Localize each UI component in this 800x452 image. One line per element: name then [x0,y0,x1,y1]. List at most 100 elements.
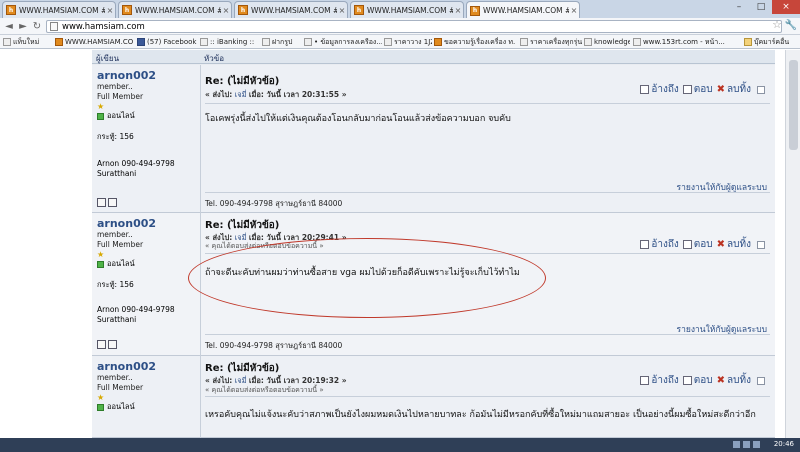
wrench-menu-icon[interactable]: 🔧 [785,20,797,31]
quote-icon [640,376,650,385]
reply-button[interactable]: ตอบ [682,82,713,97]
tab-close-icon[interactable]: × [453,6,463,15]
author-column-header: ผู้เขียน [96,54,120,63]
bookmark-item[interactable]: (57) Facebook [137,37,197,47]
post-author: arnon002 member.. Full Member ★ ออนไลน์ [97,360,197,412]
post-title[interactable]: Re: (ไม่มีหัวข้อ) [205,361,279,376]
select-post-checkbox[interactable] [757,85,765,94]
author-name-link[interactable]: arnon002 [97,69,197,82]
meta-user-link[interactable]: เจมี่ [235,376,247,385]
back-button[interactable]: ◄ [3,20,15,32]
bookmark-item[interactable]: ฝากรูป [262,37,302,47]
reply-button[interactable]: ตอบ [682,373,713,388]
folder-icon [744,38,752,46]
browser-tab[interactable]: h WWW.HAMSIAM.COM # NO × [350,1,464,18]
post-title[interactable]: Re: (ไม่มีหัวข้อ) [205,74,279,89]
bookmark-item[interactable]: ราคาวาง 1JZ [384,37,432,47]
bookmark-item[interactable]: ขอความรู้เรื่องเครื่อง ท... [434,37,516,47]
quote-button[interactable]: อ้างถึง [640,237,679,252]
reply-icon [682,240,692,249]
post-actions: อ้างถึง ตอบ ✖ ลบทิ้ง [636,237,765,252]
maximize-button[interactable]: □ [750,0,772,14]
post-title[interactable]: Re: (ไม่มีหัวข้อ) [205,218,279,233]
quote-label: อ้างถึง [651,375,679,386]
tray-flag-icon[interactable] [753,441,760,448]
delete-button[interactable]: ✖ ลบทิ้ง [717,373,751,388]
bookmark-item[interactable]: knowledge [584,37,630,47]
reply-label: ตอบ [693,375,713,386]
reply-notice: « คุณได้ตอบส่งต่อหรือตอบข้อความนี้ » [205,386,324,394]
red-highlight-circle [188,238,546,318]
site-favicon-icon: h [470,5,480,16]
meta-time: เมื่อ: วันนี้ เวลา 20:19:32 » [248,376,347,385]
page-icon [304,38,312,46]
message-icon[interactable] [108,340,117,349]
author-name-link[interactable]: arnon002 [97,217,197,230]
page-viewport: ผู้เขียน หัวข้อ arnon002 member.. Full M… [0,50,800,438]
profile-icon[interactable] [97,198,106,207]
author-signature-name: Arnon 090-494-9798 [97,159,175,168]
tab-close-icon[interactable]: × [221,6,231,15]
post-divider [205,103,770,104]
delete-button[interactable]: ✖ ลบทิ้ง [717,237,751,252]
tab-close-icon[interactable]: × [105,6,115,15]
post-signature: Tel. 090-494-9798 สุราษฎร์ธานี 84000 [205,341,343,350]
quote-icon [640,240,650,249]
facebook-icon [137,38,145,46]
bookmark-item[interactable]: แท็บใหม่ [3,37,53,47]
bookmark-item[interactable]: www.153rt.com - หน้า... [633,37,728,47]
tray-volume-icon[interactable] [743,441,750,448]
delete-button[interactable]: ✖ ลบทิ้ง [717,82,751,97]
page-scrollbar[interactable] [785,50,800,438]
signature-divider [205,334,770,335]
scrollbar-thumb[interactable] [789,60,798,150]
post-actions: อ้างถึง ตอบ ✖ ลบทิ้ง [636,373,765,388]
forward-button[interactable]: ► [17,20,29,32]
bookmark-item[interactable]: ราคาเครื่องทุกรุ่น [520,37,582,47]
minimize-button[interactable]: – [728,0,750,14]
browser-tab[interactable]: h WWW.HAMSIAM.COM # NO × [234,1,348,18]
reload-button[interactable]: ↻ [31,20,43,32]
clock[interactable]: 20:46 [774,440,794,448]
tray-network-icon[interactable] [733,441,740,448]
url-input[interactable]: www.hamsiam.com [46,20,782,33]
author-name-link[interactable]: arnon002 [97,360,197,373]
meta-user-link[interactable]: เจมี่ [235,90,247,99]
reply-icon [682,376,692,385]
select-post-checkbox[interactable] [757,240,765,249]
bookmark-item[interactable]: :: iBanking :: [200,37,260,47]
reply-label: ตอบ [693,239,713,250]
post-author: arnon002 member.. Full Member ★ ออนไลน์ … [97,217,197,325]
bookmark-item[interactable]: • ข้อมูลการลงเครือง... [304,37,382,47]
select-post-checkbox[interactable] [757,376,765,385]
bookmark-label: :: iBanking :: [210,38,255,46]
author-group: Full Member [97,240,144,249]
browser-tab-active[interactable]: h WWW.HAMSIAM.COM # NO × [466,1,580,19]
bookmark-label: • ข้อมูลการลงเครือง... [314,37,382,46]
rank-star-icon: ★ [97,393,105,402]
bookmark-star-icon[interactable]: ☆ [772,18,782,31]
delete-label: ลบทิ้ง [727,84,751,95]
browser-tab[interactable]: h WWW.HAMSIAM.COM # NO × [118,1,232,18]
delete-icon: ✖ [716,84,726,95]
post-meta: « ส่งไป: เจมี่ เมื่อ: วันนี้ เวลา 20:31:… [205,89,347,101]
post-count: กระทู้: 156 [97,132,134,141]
quote-label: อ้างถึง [651,84,679,95]
site-favicon-icon [55,38,63,46]
browser-tab[interactable]: h WWW.HAMSIAM.COM # NO × [2,1,116,18]
reply-button[interactable]: ตอบ [682,237,713,252]
tab-close-icon[interactable]: × [337,6,347,15]
post-divider [205,396,770,397]
window-close-button[interactable]: × [772,0,800,14]
profile-icon[interactable] [97,340,106,349]
page-icon [520,38,528,46]
online-status: ออนไลน์ [97,259,197,269]
quote-button[interactable]: อ้างถึง [640,373,679,388]
post-actions: อ้างถึง ตอบ ✖ ลบทิ้ง [636,82,765,97]
other-bookmarks[interactable]: บุ๊คมาร์คอื่น [744,37,798,47]
message-icon[interactable] [108,198,117,207]
tab-close-icon[interactable]: × [569,6,579,15]
quote-button[interactable]: อ้างถึง [640,82,679,97]
bookmark-item[interactable]: WWW.HAMSIAM.COM... [55,37,133,47]
author-rank: member.. [97,82,133,91]
